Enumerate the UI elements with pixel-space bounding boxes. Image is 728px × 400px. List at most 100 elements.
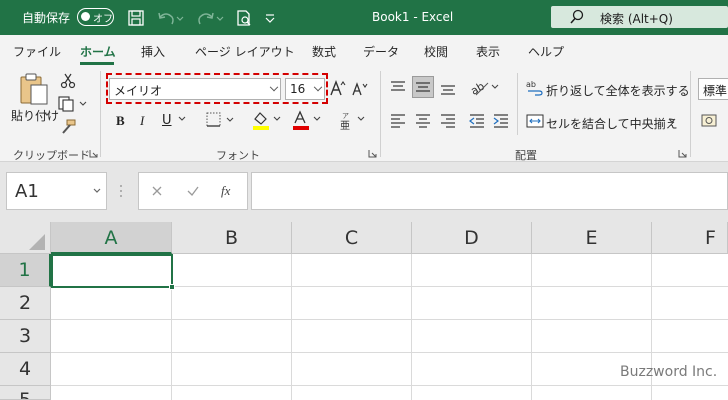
svg-text:亜: 亜	[340, 121, 350, 131]
insert-function-button[interactable]: fx	[221, 183, 230, 199]
print-preview-icon[interactable]	[235, 9, 253, 27]
align-left-icon[interactable]	[389, 112, 407, 130]
group-separator	[517, 73, 518, 135]
tab-file[interactable]: ファイル	[13, 43, 61, 60]
autosave-label: 自動保存	[22, 11, 71, 25]
paste-label[interactable]: 貼り付け	[11, 107, 59, 124]
clipboard-group-label: クリップボード	[13, 149, 90, 162]
column-header-b[interactable]: B	[172, 222, 292, 254]
column-header-d[interactable]: D	[412, 222, 532, 254]
title-bar: 自動保存 オフ Book1 - Excel 検索 (Alt+Q)	[0, 0, 728, 35]
cancel-icon[interactable]	[151, 185, 163, 197]
search-label: 検索 (Alt+Q)	[600, 12, 673, 26]
row-header-2[interactable]: 2	[0, 287, 51, 320]
column-header-e[interactable]: E	[532, 222, 652, 254]
row-header-1[interactable]: 1	[0, 254, 51, 287]
group-separator	[690, 71, 691, 157]
tab-formulas[interactable]: 数式	[312, 43, 336, 60]
active-cell-a1[interactable]	[51, 254, 173, 288]
row-header-3[interactable]: 3	[0, 320, 51, 353]
tab-insert[interactable]: 挿入	[141, 43, 165, 60]
formula-bar-grip-icon[interactable]	[120, 184, 122, 198]
tab-help[interactable]: ヘルプ	[528, 43, 564, 60]
wrap-text-icon[interactable]: ab	[526, 79, 544, 97]
customize-toolbar-icon[interactable]	[263, 9, 277, 27]
bold-button[interactable]: B	[116, 113, 125, 129]
name-box[interactable]: A1	[6, 172, 107, 210]
align-top-icon[interactable]	[389, 79, 407, 97]
underline-dropdown-icon[interactable]	[178, 116, 186, 122]
copy-icon[interactable]	[58, 96, 88, 112]
svg-text:ab: ab	[526, 80, 536, 89]
align-middle-icon[interactable]	[412, 76, 434, 98]
tab-home[interactable]: ホーム	[80, 43, 116, 60]
number-format-value: 標準	[703, 84, 728, 98]
row-header-5[interactable]: 5	[0, 386, 51, 400]
gridline	[51, 385, 728, 386]
select-all-icon	[29, 234, 45, 250]
column-header-f[interactable]: F	[652, 222, 728, 254]
tab-review[interactable]: 校閲	[424, 43, 448, 60]
underline-button[interactable]: U	[162, 113, 172, 128]
select-all-button[interactable]	[0, 222, 51, 254]
enter-icon[interactable]	[186, 185, 200, 197]
paste-icon[interactable]	[18, 72, 50, 106]
undo-icon[interactable]	[156, 9, 184, 27]
save-icon[interactable]	[127, 9, 145, 27]
group-separator	[380, 71, 381, 157]
italic-button[interactable]: I	[140, 113, 144, 129]
font-highlight-frame	[106, 73, 328, 104]
ribbon-tabs: ファイル ホーム 挿入 ページ レイアウト 数式 データ 校閲 表示 ヘルプ	[0, 35, 728, 67]
worksheet-grid: A B C D E F 1 2 3 4 5 Buzzword Inc.	[0, 222, 728, 400]
tab-page-layout[interactable]: ページ レイアウト	[195, 43, 295, 60]
increase-indent-icon[interactable]	[492, 112, 510, 130]
decrease-font-size-icon[interactable]	[352, 80, 368, 96]
active-tab-indicator	[80, 62, 114, 65]
merge-center-icon[interactable]	[526, 112, 544, 130]
number-format-select[interactable]: 標準	[698, 78, 728, 100]
font-group-label: フォント	[216, 149, 260, 162]
search-icon	[570, 9, 584, 24]
formula-input[interactable]	[251, 172, 728, 210]
watermark: Buzzword Inc.	[620, 364, 718, 380]
orientation-icon[interactable]: ab	[470, 77, 502, 97]
merge-center-button[interactable]: セルを結合して中央揃え	[546, 115, 678, 132]
formula-bar: A1 fx	[0, 162, 728, 222]
gridline	[291, 254, 292, 400]
fill-color-icon[interactable]	[250, 109, 288, 131]
gridline	[531, 254, 532, 400]
autosave-state: オフ	[93, 14, 113, 25]
font-launcher-icon[interactable]	[368, 149, 377, 158]
column-header-a[interactable]: A	[51, 222, 172, 254]
column-header-c[interactable]: C	[292, 222, 412, 254]
increase-font-size-icon[interactable]	[330, 79, 346, 97]
wrap-text-button[interactable]: 折り返して全体を表示する	[546, 82, 690, 99]
tab-data[interactable]: データ	[363, 43, 399, 60]
svg-text:ア: ア	[342, 112, 349, 120]
fill-handle[interactable]	[169, 284, 175, 290]
alignment-launcher-icon[interactable]	[678, 149, 687, 158]
accounting-format-icon[interactable]	[700, 112, 728, 130]
merge-dropdown-icon[interactable]	[668, 118, 676, 124]
formula-controls: fx	[138, 172, 248, 210]
name-box-value: A1	[15, 181, 39, 202]
clipboard-launcher-icon[interactable]	[89, 149, 98, 158]
alignment-group-label: 配置	[515, 149, 537, 162]
font-color-icon[interactable]	[290, 109, 328, 131]
paste-dropdown-icon[interactable]	[43, 111, 51, 117]
chevron-down-icon	[93, 188, 101, 193]
search-box[interactable]: 検索 (Alt+Q)	[551, 6, 728, 28]
borders-icon[interactable]	[205, 111, 237, 129]
align-bottom-icon[interactable]	[439, 79, 457, 97]
phonetic-guide-icon[interactable]: ア 亜	[338, 109, 370, 131]
align-center-icon[interactable]	[414, 112, 432, 130]
row-header-4[interactable]: 4	[0, 353, 51, 386]
autosave-toggle[interactable]: オフ	[77, 8, 114, 26]
align-right-icon[interactable]	[439, 112, 457, 130]
format-painter-icon[interactable]	[59, 119, 77, 135]
redo-icon[interactable]	[196, 9, 224, 27]
decrease-indent-icon[interactable]	[468, 112, 486, 130]
tab-view[interactable]: 表示	[476, 43, 500, 60]
cut-icon[interactable]	[60, 73, 76, 89]
gridline	[411, 254, 412, 400]
